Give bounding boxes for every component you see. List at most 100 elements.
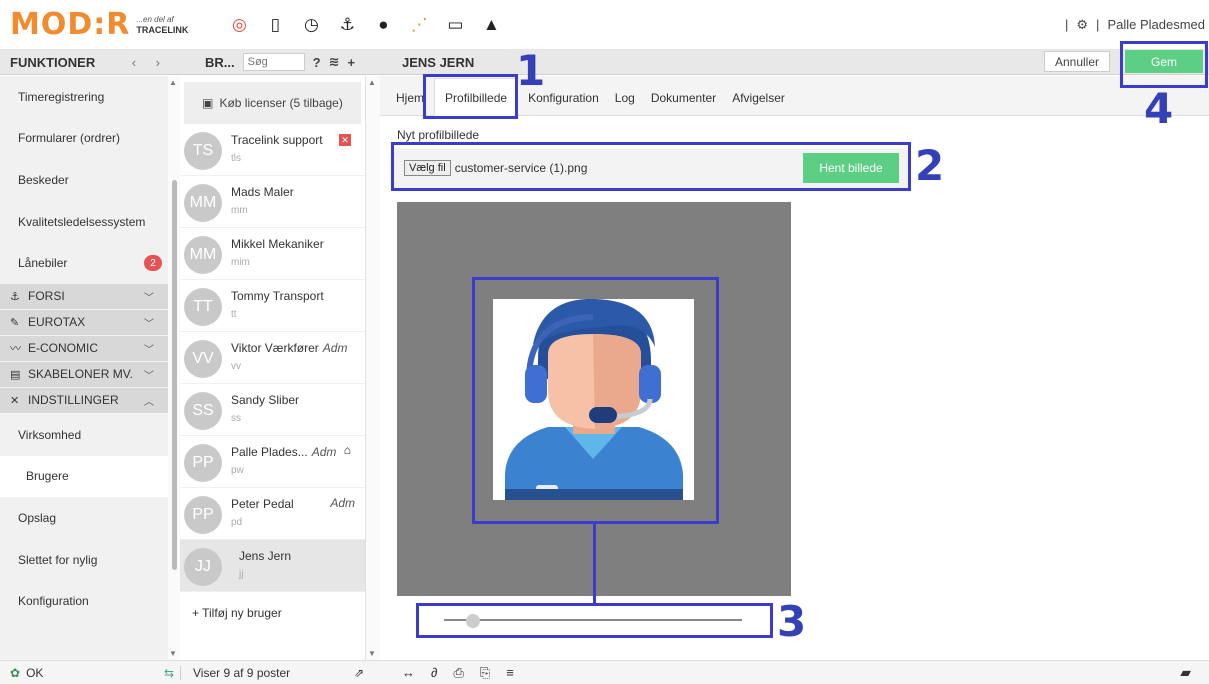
layers-icon[interactable]: ≋	[329, 54, 340, 70]
flow-icon[interactable]: ⋰	[408, 15, 430, 35]
user-login: mm	[231, 205, 248, 216]
add-user-link[interactable]: + Tilføj ny bruger	[180, 592, 365, 634]
sidebar-item-konfiguration[interactable]: Konfiguration	[0, 580, 168, 622]
tools-icon: ✕	[10, 394, 20, 407]
sidebar-item-label: Formularer (ordrer)	[18, 131, 121, 146]
scroll-up-icon[interactable]: ▲	[368, 78, 376, 87]
user-name: Mikkel Mekaniker	[231, 237, 324, 251]
sidebar: Timeregistrering Formularer (ordrer) Bes…	[0, 76, 168, 660]
user-name: Sandy Sliber	[231, 393, 299, 407]
sidebar-item-virksomhed[interactable]: Virksomhed	[0, 414, 168, 456]
footer-tools: ↔ ∂ ⎙ ⎘ ≡	[380, 665, 514, 681]
tab-afvigelser[interactable]: Afvigelser	[726, 91, 791, 115]
warning-icon[interactable]: ▲	[480, 15, 502, 35]
template-icon: ▤	[10, 368, 21, 381]
help-icon[interactable]: ?	[313, 55, 321, 70]
keyboard-icon[interactable]: ▭	[444, 15, 466, 35]
user-name: Tracelink support	[231, 133, 323, 147]
cancel-button[interactable]: Annuller	[1044, 51, 1110, 72]
user-list-item[interactable]: MM Mikkel Mekaniker mim	[180, 228, 365, 280]
gear-icon[interactable]: ⚙	[1076, 17, 1088, 33]
user-info: Palle Plades... Adm pw	[231, 445, 336, 487]
group-label: SKABELONER MV.	[28, 367, 133, 382]
chevron-down-icon: ﹀	[144, 318, 154, 330]
status-ok-label: OK	[26, 665, 44, 680]
user-name: Viktor Værkfører Adm	[231, 341, 347, 355]
avatar: PP	[184, 444, 222, 482]
tab-dokumenter[interactable]: Dokumenter	[645, 91, 722, 115]
avatar: MM	[184, 184, 222, 222]
chat-icon[interactable]: ●	[372, 15, 394, 35]
sidebar-item-kvalitet[interactable]: Kvalitetsledelsessystem	[0, 201, 168, 243]
sidebar-scrollbar[interactable]: ▲ ▼	[168, 76, 180, 660]
cart-icon: ▣	[202, 96, 214, 110]
user-name-text: Sandy Sliber	[231, 393, 300, 407]
lifebuoy-icon[interactable]: ◎	[228, 15, 250, 35]
sidebar-item-opslag[interactable]: Opslag	[0, 497, 168, 539]
status-ok-icon: ✿	[10, 665, 21, 680]
clock-icon[interactable]: ◷	[300, 15, 322, 35]
logo-text: MOD:R	[10, 7, 131, 42]
annotation-number-1: 1	[516, 46, 546, 95]
sidebar-item-label: Slettet for nylig	[18, 552, 98, 567]
switch-icon[interactable]: ⇆	[164, 666, 174, 680]
admin-tag: Adm	[311, 445, 337, 459]
logo[interactable]: MOD:R ...en del af TRACELINK	[10, 7, 188, 42]
scroll-down-icon[interactable]: ▼	[169, 649, 177, 658]
sidebar-item-timeregistrering[interactable]: Timeregistrering	[0, 76, 168, 118]
search-input[interactable]	[242, 53, 305, 71]
tab-log[interactable]: Log	[609, 91, 641, 115]
user-list-item[interactable]: VV Viktor Værkfører Adm vv	[180, 332, 365, 384]
user-list-item[interactable]: PP Peter Pedal pd Adm	[180, 488, 365, 540]
print-icon[interactable]: ⎙	[453, 665, 463, 681]
user-name-text: Tommy Transport	[231, 289, 324, 303]
sidebar-group-economic[interactable]: 〰 E-CONOMIC ﹀	[0, 335, 168, 362]
top-bar: MOD:R ...en del af TRACELINK ◎ ▯ ◷ ⚓ ● ⋰…	[0, 0, 1209, 50]
collapse-arrows-icon[interactable]: ‹ ›	[132, 55, 168, 70]
user-list-item[interactable]: SS Sandy Sliber ss	[180, 384, 365, 436]
phone-icon[interactable]: ▯	[264, 15, 286, 35]
user-name[interactable]: Palle Pladesmed	[1107, 17, 1205, 32]
user-list-item[interactable]: TS Tracelink support tls ✕	[180, 124, 365, 176]
userlist-scrollbar[interactable]: ▲ ▼	[366, 76, 380, 660]
sidebar-group-forsi[interactable]: ⚓ FORSI ﹀	[0, 283, 168, 310]
user-list-item[interactable]: TT Tommy Transport tt	[180, 280, 365, 332]
annotation-connector	[593, 524, 596, 604]
scroll-up-icon[interactable]: ▲	[169, 78, 177, 87]
user-name-text: Mads Maler	[231, 185, 294, 199]
delete-icon[interactable]: ✕	[339, 134, 351, 146]
user-info: Tracelink support tls	[231, 133, 323, 175]
avatar: TT	[184, 288, 222, 326]
add-icon[interactable]: +	[347, 55, 355, 70]
sidebar-item-brugere[interactable]: Brugere	[0, 455, 168, 498]
sidebar-group-skabeloner[interactable]: ▤ SKABELONER MV. ﹀	[0, 361, 168, 388]
avatar: PP	[184, 496, 222, 534]
anchor-icon[interactable]: ⚓	[336, 15, 358, 35]
user-list-item[interactable]: JJ Jens Jern jj	[180, 540, 365, 592]
sidebar-item-formularer[interactable]: Formularer (ordrer)	[0, 118, 168, 160]
status-ok: ✿ OK ⇆	[0, 666, 180, 680]
chat-bubbles-icon[interactable]: ▰	[1180, 664, 1191, 681]
user-name: Jens Jern	[239, 549, 291, 563]
annotation-box-2	[391, 142, 911, 191]
page-title: JENS JERN	[402, 54, 475, 70]
export-icon[interactable]: ⇗	[354, 666, 364, 680]
expand-width-icon[interactable]: ↔	[402, 665, 415, 681]
sidebar-item-label: Beskeder	[18, 172, 69, 187]
menu-icon[interactable]: ≡	[506, 665, 514, 681]
sidebar-group-indstillinger[interactable]: ✕ INDSTILLINGER ︿	[0, 387, 168, 414]
user-list-item[interactable]: PP Palle Plades... Adm pw ⌂	[180, 436, 365, 488]
buy-licenses-button[interactable]: ▣ Køb licenser (5 tilbage)	[184, 82, 361, 124]
annotation-box-crop	[472, 277, 719, 524]
pdf-icon[interactable]: ⎘	[480, 665, 490, 681]
sidebar-group-eurotax[interactable]: ✎ EUROTAX ﹀	[0, 309, 168, 336]
sidebar-item-slettet[interactable]: Slettet for nylig	[0, 539, 168, 581]
scroll-down-icon[interactable]: ▼	[368, 649, 376, 658]
scroll-thumb[interactable]	[172, 180, 177, 570]
link-icon[interactable]: ∂	[431, 665, 437, 681]
user-info: Sandy Sliber ss	[231, 393, 299, 435]
admin-tag: Adm	[330, 496, 355, 510]
user-list-item[interactable]: MM Mads Maler mm	[180, 176, 365, 228]
sidebar-item-beskeder[interactable]: Beskeder	[0, 159, 168, 201]
sidebar-item-laanebiler[interactable]: Lånebiler 2	[0, 242, 168, 284]
